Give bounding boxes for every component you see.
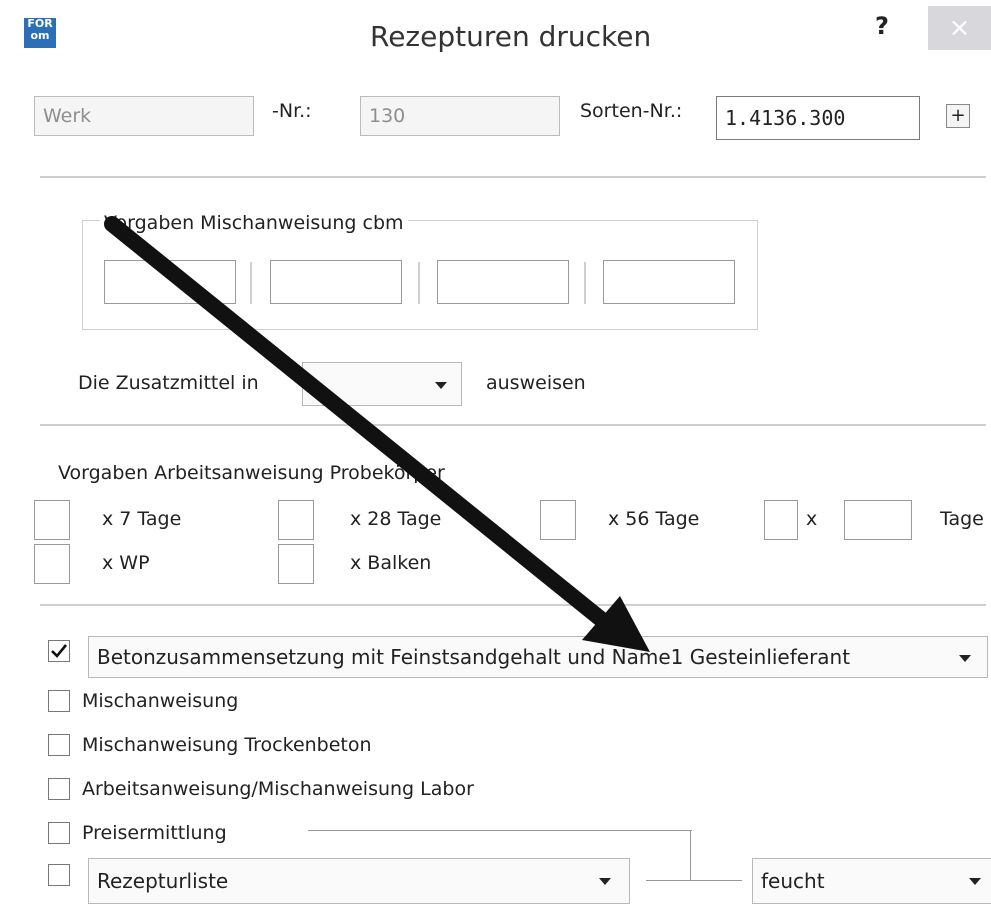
annotation-arrow — [104, 216, 650, 652]
